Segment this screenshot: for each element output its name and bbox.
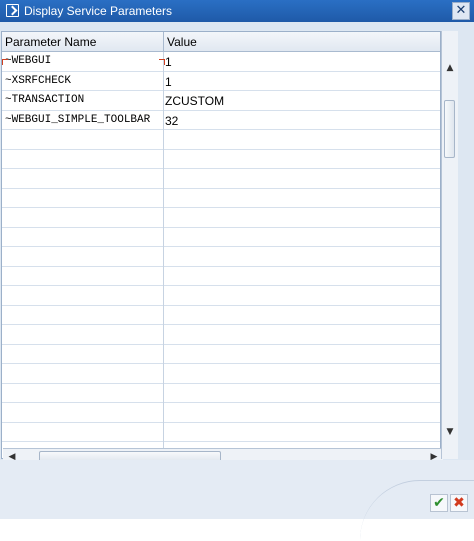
vertical-scroll-thumb[interactable] <box>444 100 455 158</box>
table-body: ~WEBGUI 1 ~XSRFCHECK 1 ~TRANSACTION ZCUSTOM ~W… <box>2 52 440 458</box>
table-header: Parameter Name Value <box>2 32 440 52</box>
table-row[interactable] <box>2 345 440 364</box>
title-bar: Display Service Parameters ✕ <box>0 0 474 22</box>
column-divider[interactable] <box>163 32 164 51</box>
table-row[interactable]: ~XSRFCHECK 1 <box>2 72 440 91</box>
table-row[interactable] <box>2 130 440 150</box>
table-row[interactable] <box>2 150 440 169</box>
column-divider-line <box>163 52 164 458</box>
table-row[interactable] <box>2 306 440 325</box>
column-header-value[interactable]: Value <box>167 35 197 49</box>
focus-marker-left <box>2 59 8 65</box>
parameters-table: Parameter Name Value ~WEBGUI 1 ~XSRFCHECK 1… <box>1 31 443 465</box>
table-row[interactable] <box>2 228 440 247</box>
table-row[interactable] <box>2 247 440 267</box>
table-row[interactable] <box>2 364 440 384</box>
checkmark-icon: ✔ <box>433 495 445 511</box>
table-row[interactable]: ~WEBGUI_SIMPLE_TOOLBAR 32 <box>2 111 440 130</box>
cell-parameter-name[interactable]: ~TRANSACTION <box>5 94 84 106</box>
cell-parameter-name[interactable]: ~WEBGUI_SIMPLE_TOOLBAR <box>5 114 150 126</box>
close-button[interactable]: ✕ <box>452 2 470 20</box>
table-row[interactable] <box>2 169 440 189</box>
table-row[interactable] <box>2 286 440 306</box>
dialog-footer: ✔ ✖ <box>0 460 474 519</box>
cell-value[interactable]: ZCUSTOM <box>165 94 224 108</box>
scroll-down-button[interactable]: ▼ <box>443 425 457 439</box>
vertical-scrollbar[interactable]: ▲ ▼ <box>441 31 458 459</box>
scroll-up-button[interactable]: ▲ <box>443 61 457 75</box>
table-row[interactable]: ~TRANSACTION ZCUSTOM <box>2 91 440 111</box>
window-title: Display Service Parameters <box>24 4 173 18</box>
table-row[interactable] <box>2 267 440 286</box>
display-window-icon <box>6 4 19 17</box>
table-row[interactable] <box>2 189 440 208</box>
cell-value[interactable]: 32 <box>165 114 178 128</box>
table-row[interactable] <box>2 325 440 345</box>
table-row[interactable] <box>2 423 440 442</box>
table-row[interactable]: ~WEBGUI 1 <box>2 52 440 72</box>
cancel-icon: ✖ <box>453 495 465 511</box>
table-row[interactable] <box>2 208 440 228</box>
dialog-content: Parameter Name Value ~WEBGUI 1 ~XSRFCHECK 1… <box>0 22 474 465</box>
cancel-button[interactable]: ✖ <box>450 494 468 512</box>
cell-value[interactable]: 1 <box>165 55 172 69</box>
confirm-button[interactable]: ✔ <box>430 494 448 512</box>
cell-value[interactable]: 1 <box>165 75 172 89</box>
column-header-parameter-name[interactable]: Parameter Name <box>5 35 96 49</box>
cell-parameter-name[interactable]: ~XSRFCHECK <box>5 75 71 87</box>
table-row[interactable] <box>2 403 440 423</box>
focus-marker-right <box>159 59 165 65</box>
cell-parameter-name[interactable]: ~WEBGUI <box>5 55 51 67</box>
table-row[interactable] <box>2 384 440 403</box>
